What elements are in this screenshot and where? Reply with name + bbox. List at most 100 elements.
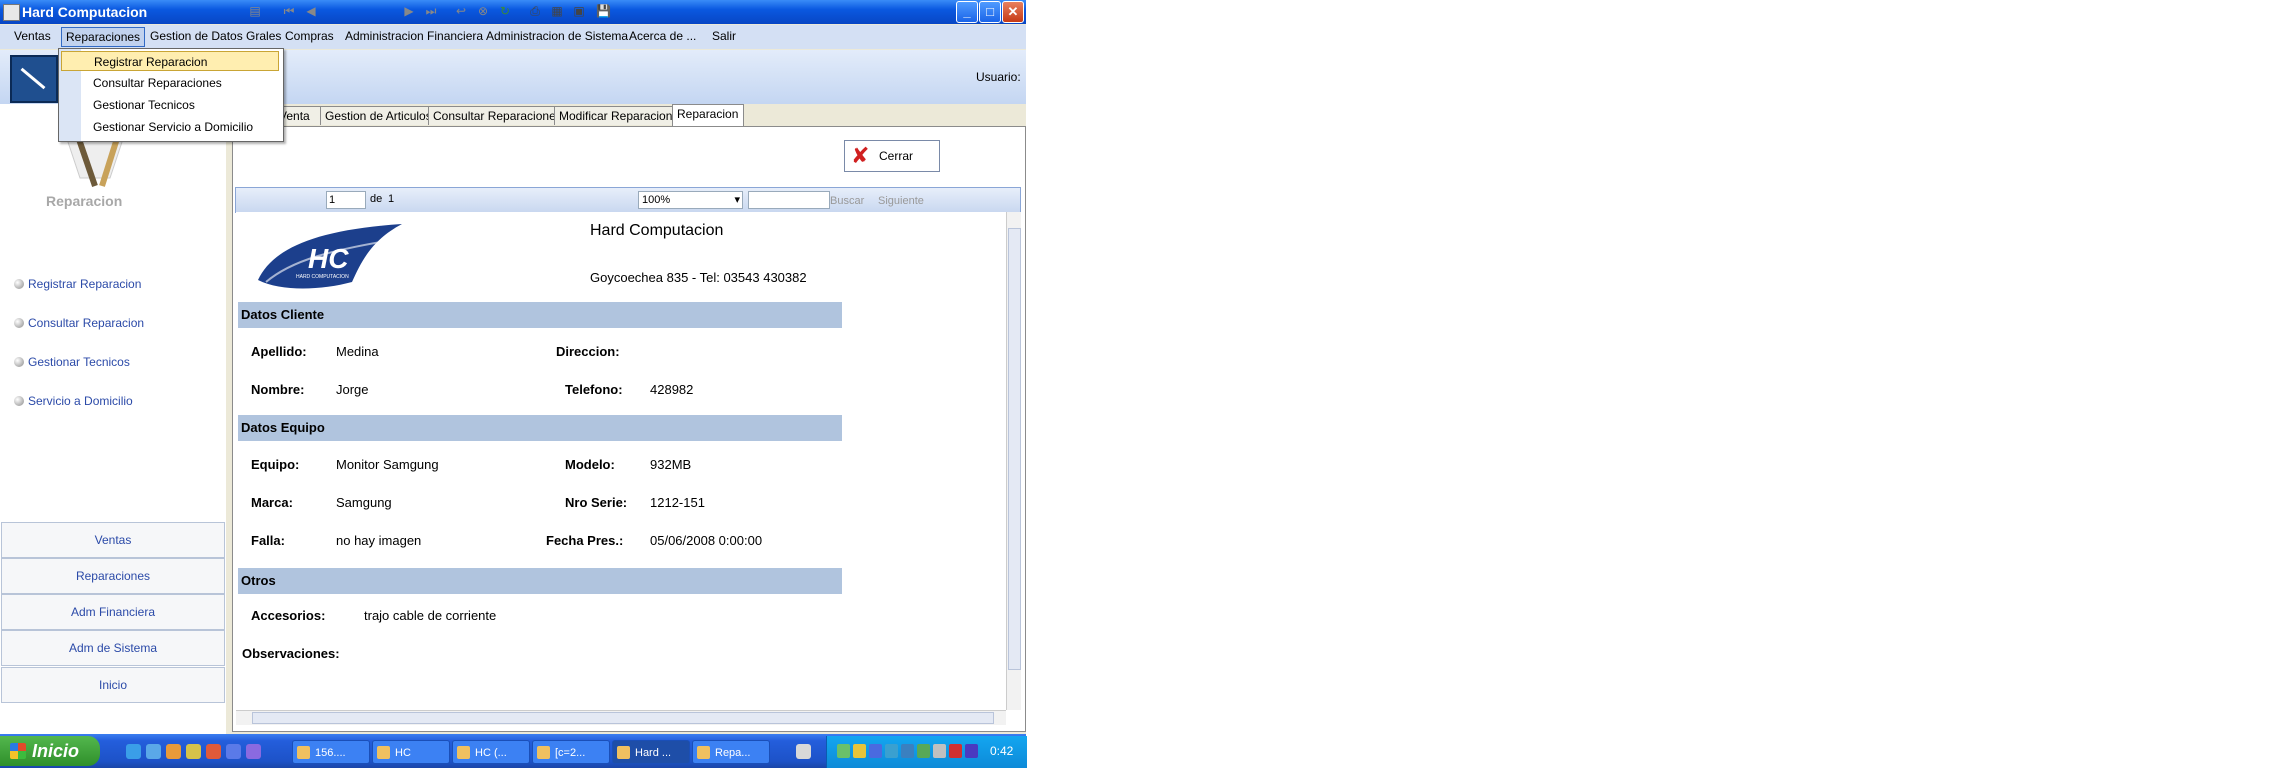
desktop-icon[interactable] — [146, 744, 161, 759]
app-icon — [697, 746, 710, 759]
document-map-icon[interactable]: ▤ — [248, 5, 262, 18]
zoom-select[interactable]: 100% ▾ — [638, 191, 743, 209]
taskbar-item-active[interactable]: Hard ... — [612, 740, 690, 764]
taskbar-item[interactable]: 156.... — [292, 740, 370, 764]
print-icon[interactable]: ⎙ — [528, 5, 542, 18]
taskbar-item[interactable]: [c=2... — [532, 740, 610, 764]
reparacion-toolbar-icon[interactable] — [10, 55, 58, 103]
security-icon[interactable] — [853, 744, 866, 758]
window-title: Hard Computacion — [22, 4, 148, 20]
fecha-pres-value: 05/06/2008 0:00:00 — [650, 533, 763, 548]
taskbar-item[interactable]: HC — [372, 740, 450, 764]
export-icon[interactable]: 💾 — [596, 5, 611, 18]
menu-item-consultar-reparaciones[interactable]: Consultar Reparaciones — [61, 73, 279, 93]
bullet-icon — [14, 318, 24, 328]
first-page-icon[interactable]: ⏮ — [282, 5, 296, 18]
quicklaunch-app-icon[interactable] — [186, 744, 201, 759]
tray-app-icon[interactable] — [901, 744, 914, 758]
of-label: de — [370, 193, 383, 205]
last-page-icon[interactable]: ⏭ — [424, 5, 438, 18]
quicklaunch-app-icon[interactable] — [206, 744, 221, 759]
page-number-input[interactable]: 1 — [326, 191, 366, 209]
nav-inicio-button[interactable]: Inicio — [1, 667, 225, 703]
tab-reparacion[interactable]: Reparacion — [672, 104, 744, 126]
language-icon[interactable] — [796, 744, 811, 759]
nav-reparaciones-button[interactable]: Reparaciones — [1, 558, 225, 594]
back-icon[interactable]: ↩ — [454, 5, 468, 18]
menu-adm-sistema[interactable]: Administracion de Sistema — [486, 29, 628, 43]
nav-adm-sistema-button[interactable]: Adm de Sistema — [1, 630, 225, 666]
maximize-button[interactable]: □ — [979, 1, 1001, 23]
find-button[interactable]: Buscar — [830, 195, 864, 207]
next-page-icon[interactable]: ▶ — [402, 5, 416, 18]
menu-ventas[interactable]: Ventas — [14, 29, 51, 43]
menu-acerca[interactable]: Acerca de ... — [629, 29, 696, 43]
quicklaunch-app-icon[interactable] — [226, 744, 241, 759]
volume-icon[interactable] — [933, 744, 946, 758]
ie-icon[interactable] — [126, 744, 141, 759]
cerrar-button[interactable]: ✘ Cerrar — [844, 140, 940, 172]
section-otros: Otros — [238, 568, 842, 594]
report-company-name: Hard Computacion — [590, 222, 724, 239]
tray-app-icon[interactable] — [949, 744, 962, 758]
task-label: HC (... — [475, 747, 507, 759]
menu-item-registrar-reparacion[interactable]: Registrar Reparacion — [61, 51, 279, 71]
start-button[interactable]: Inicio — [0, 736, 100, 766]
modelo-value: 932MB — [650, 457, 692, 472]
menu-reparaciones[interactable]: Reparaciones — [61, 27, 146, 47]
marca-label: Marca: — [251, 495, 293, 510]
menu-adm-financiera[interactable]: Administracion Financiera — [345, 29, 483, 43]
taskbar-item[interactable]: HC (... — [452, 740, 530, 764]
app-icon — [297, 746, 310, 759]
find-input[interactable] — [748, 191, 830, 209]
menu-salir[interactable]: Salir — [712, 29, 736, 43]
minimize-button[interactable]: _ — [956, 1, 978, 23]
tab-consultar-reparaciones[interactable]: Consultar Reparaciones — [428, 106, 562, 125]
taskbar-item[interactable]: Repa... — [692, 740, 770, 764]
quicklaunch-app-icon[interactable] — [246, 744, 261, 759]
equipo-label: Equipo: — [251, 457, 300, 472]
nav-adm-financiera-button[interactable]: Adm Financiera — [1, 594, 225, 630]
tray-app-icon[interactable] — [917, 744, 930, 758]
menu-item-gestionar-tecnicos[interactable]: Gestionar Tecnicos — [61, 95, 279, 115]
link-consultar-reparacion[interactable]: Consultar Reparacion — [14, 316, 144, 330]
report-horizontal-scrollbar[interactable] — [236, 710, 1006, 725]
task-label: Repa... — [715, 747, 751, 759]
stop-icon[interactable]: ⊗ — [476, 5, 490, 18]
apellido-value: Medina — [336, 344, 379, 359]
tray-app-icon[interactable] — [885, 744, 898, 758]
prev-page-icon[interactable]: ◀ — [304, 5, 318, 18]
modelo-label: Modelo: — [565, 457, 615, 472]
falla-value: no hay imagen — [336, 533, 422, 548]
app-icon — [617, 746, 630, 759]
tray-app-icon[interactable] — [965, 744, 978, 758]
refresh-icon[interactable]: ↻ — [498, 5, 512, 18]
close-icon: ✘ — [851, 143, 870, 168]
link-gestionar-tecnicos[interactable]: Gestionar Tecnicos — [14, 355, 130, 369]
menu-item-servicio-domicilio[interactable]: Gestionar Servicio a Domicilio — [61, 117, 279, 137]
quicklaunch-app-icon[interactable] — [166, 744, 181, 759]
page-setup-icon[interactable]: ▣ — [572, 5, 586, 18]
close-window-button[interactable]: ✕ — [1002, 1, 1024, 23]
scroll-thumb[interactable] — [1008, 228, 1021, 670]
link-registrar-reparacion[interactable]: Registrar Reparacion — [14, 277, 141, 291]
menu-bar: Ventas Reparaciones Gestion de Datos Gra… — [0, 25, 1026, 49]
network-icon[interactable] — [837, 744, 850, 758]
scroll-thumb[interactable] — [252, 712, 994, 724]
chevron-down-icon: ▾ — [734, 194, 740, 206]
tab-modificar-reparacion[interactable]: Modificar Reparacion — [554, 106, 674, 125]
title-bar[interactable]: Hard Computacion — [0, 0, 1026, 24]
tab-gestion-articulos[interactable]: Gestion de Articulos — [320, 106, 432, 125]
equipo-value: Monitor Samgung — [336, 457, 439, 472]
print-layout-icon[interactable]: ▦ — [550, 5, 564, 18]
link-servicio-domicilio[interactable]: Servicio a Domicilio — [14, 394, 133, 408]
tray-app-icon[interactable] — [869, 744, 882, 758]
nav-ventas-button[interactable]: Ventas — [1, 522, 225, 558]
nombre-label: Nombre: — [251, 382, 305, 397]
report-vertical-scrollbar[interactable] — [1006, 212, 1021, 710]
menu-gestion-datos[interactable]: Gestion de Datos Grales — [150, 29, 281, 43]
total-pages: 1 — [388, 193, 395, 205]
bullet-icon — [14, 357, 24, 367]
find-next-button[interactable]: Siguiente — [878, 195, 924, 207]
menu-compras[interactable]: Compras — [285, 29, 334, 43]
